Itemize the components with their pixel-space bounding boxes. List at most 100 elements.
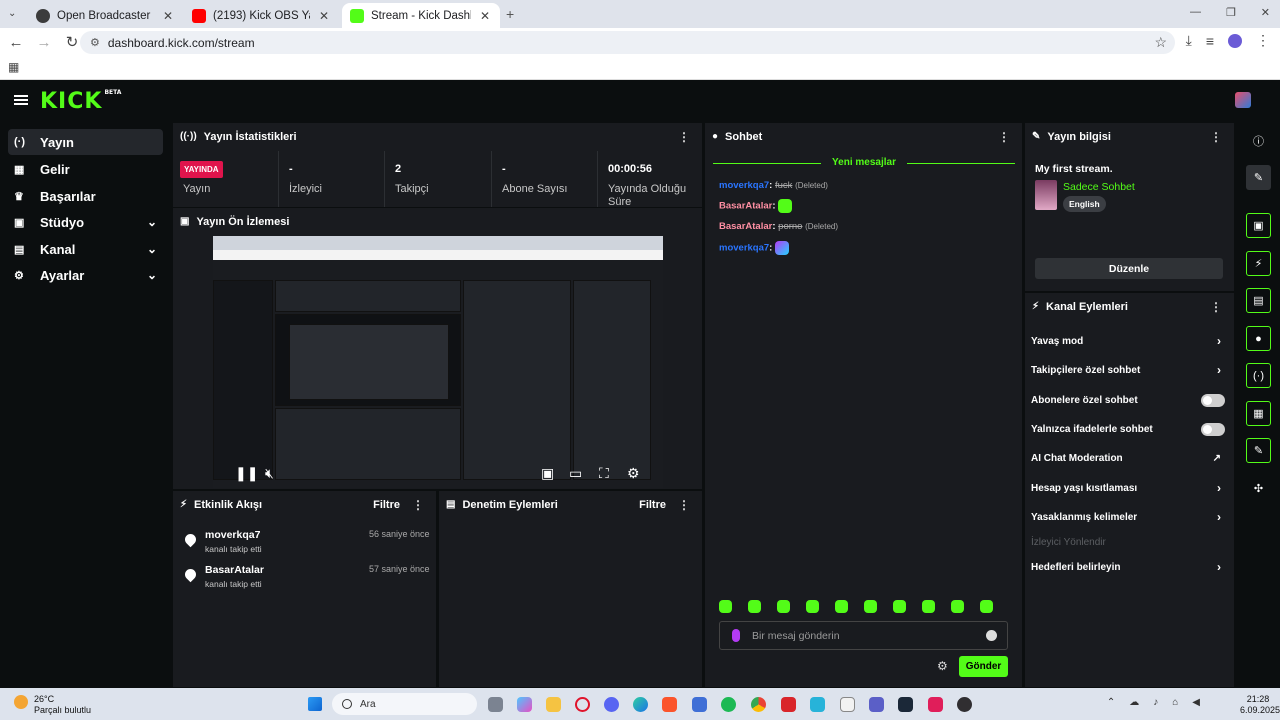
preview-toggle-icon[interactable]: ▣ — [1246, 213, 1271, 238]
close-icon[interactable]: ✕ — [317, 9, 331, 23]
emote-icon[interactable] — [922, 600, 935, 613]
kick-logo[interactable]: KICK BETA — [40, 89, 121, 114]
emote-icon[interactable] — [951, 600, 964, 613]
video-preview[interactable]: ❚❚ 🔇︎ ▣ ▭ ⛶ ⚙ — [213, 236, 663, 488]
mute-icon[interactable]: 🔇︎ — [265, 465, 274, 482]
emote-icon[interactable] — [806, 600, 819, 613]
store-icon[interactable] — [692, 697, 707, 712]
opera-icon[interactable] — [575, 697, 590, 712]
chrome-icon[interactable] — [751, 697, 766, 712]
emote-icon[interactable] — [893, 600, 906, 613]
restore-icon[interactable]: ❐ — [1226, 6, 1236, 19]
browser-tab-kick[interactable]: Stream - Kick Dashboard ✕ — [342, 3, 500, 28]
site-info-icon[interactable]: ⚙ — [90, 36, 100, 49]
action-followers-only[interactable]: Takipçilere özel sohbet › — [1031, 360, 1227, 380]
spotify-icon[interactable] — [721, 697, 736, 712]
sidebar-item-gelir[interactable]: ▦ Gelir — [8, 156, 163, 182]
volume-icon[interactable]: ◀ — [1192, 697, 1200, 708]
emote-icon[interactable] — [980, 600, 993, 613]
edge-icon[interactable] — [633, 697, 648, 712]
sidebar-item-ayarlar[interactable]: ⚙ Ayarlar ⌄ — [8, 262, 163, 288]
close-icon[interactable]: ✕ — [161, 9, 175, 23]
emote-icon[interactable] — [864, 600, 877, 613]
edit-pencil-icon[interactable]: ✎ — [1246, 165, 1271, 190]
wrench-toggle-icon[interactable]: ✎ — [1246, 438, 1271, 463]
sidebar-item-studyo[interactable]: ▣ Stüdyo ⌄ — [8, 209, 163, 235]
chat-username[interactable]: BasarAtalar — [719, 201, 772, 212]
action-set-goals[interactable]: Hedefleri belirleyin › — [1031, 557, 1227, 577]
kebab-menu-icon[interactable]: ⋮ — [998, 130, 1010, 144]
kebab-menu-icon[interactable]: ⋮ — [412, 498, 424, 512]
sidebar-item-kanal[interactable]: ▤ Kanal ⌄ — [8, 236, 163, 262]
close-window-icon[interactable]: ✕ — [1261, 6, 1270, 19]
layout-icon[interactable]: ✣ — [1246, 476, 1271, 501]
apps-grid-icon[interactable]: ▦ — [8, 60, 19, 74]
send-button[interactable]: Gönder — [959, 656, 1008, 677]
chat-username[interactable]: moverkqa7 — [719, 180, 769, 191]
kebab-menu-icon[interactable]: ⋮ — [678, 498, 690, 512]
microphone-tray-icon[interactable]: ♪ — [1153, 697, 1158, 708]
app-icon-cyan[interactable] — [810, 697, 825, 712]
bookmark-star-icon[interactable]: ☆ — [1154, 34, 1167, 51]
menu-kebab-icon[interactable]: ⋮ — [1256, 32, 1270, 49]
obs-icon[interactable] — [957, 697, 972, 712]
chat-input[interactable]: Bir mesaj gönderin — [719, 621, 1008, 650]
taskbar-clock[interactable]: 21:28 6.09.2025 — [1240, 694, 1280, 716]
task-view-icon[interactable] — [488, 697, 503, 712]
new-tab-icon[interactable]: + — [506, 6, 514, 22]
app-icon-pink[interactable] — [928, 697, 943, 712]
action-ai-chat-moderation[interactable]: AI Chat Moderation ↗ — [1031, 448, 1227, 468]
network-icon[interactable]: ⌂ — [1172, 697, 1178, 708]
info-icon[interactable]: ⓘ — [1246, 128, 1271, 153]
picture-in-picture-icon[interactable]: ▣ — [541, 465, 554, 482]
filter-button[interactable]: Filtre — [373, 499, 400, 511]
profile-avatar-icon[interactable] — [1228, 33, 1242, 48]
tray-chevron-up-icon[interactable]: ⌃ — [1107, 697, 1115, 708]
file-explorer-icon[interactable] — [546, 697, 561, 712]
taskbar-search[interactable]: Ara — [332, 693, 477, 715]
hamburger-menu-icon[interactable] — [14, 95, 28, 105]
document-toggle-icon[interactable]: ▤ — [1246, 288, 1271, 313]
onedrive-icon[interactable]: ☁ — [1129, 697, 1139, 708]
chat-username[interactable]: BasarAtalar — [719, 221, 772, 232]
subscribers-only-toggle[interactable] — [1201, 393, 1225, 407]
stats-toggle-icon[interactable]: ▦ — [1246, 401, 1271, 426]
forward-icon[interactable]: → — [32, 34, 56, 51]
user-avatar[interactable] — [1235, 92, 1251, 108]
copilot-icon[interactable] — [517, 697, 532, 712]
emote-icon[interactable] — [719, 600, 732, 613]
action-account-age[interactable]: Hesap yaşı kısıtlaması › — [1031, 478, 1227, 498]
action-slow-mode[interactable]: Yavaş mod › — [1031, 331, 1227, 351]
download-icon[interactable]: ⤓ — [1186, 32, 1192, 49]
theater-mode-icon[interactable]: ▭ — [569, 465, 582, 482]
kebab-menu-icon[interactable]: ⋮ — [1210, 130, 1222, 144]
emote-icon[interactable] — [748, 600, 761, 613]
settings-gear-icon[interactable]: ⚙ — [627, 465, 640, 482]
browser-tab-youtube[interactable]: (2193) Kick OBS Yayın Ayarları Nasıl ✕ — [184, 3, 339, 28]
lightning-toggle-icon[interactable]: ⚡︎ — [1246, 251, 1271, 276]
fullscreen-icon[interactable]: ⛶ — [599, 465, 609, 482]
category-link[interactable]: Sadece Sohbet — [1063, 181, 1135, 193]
brave-icon[interactable] — [662, 697, 677, 712]
app-icon-red[interactable] — [781, 697, 796, 712]
emoji-picker-icon[interactable] — [986, 630, 997, 641]
chat-toggle-icon[interactable]: ● — [1246, 326, 1271, 351]
chat-settings-gear-icon[interactable]: ⚙ — [937, 659, 948, 673]
kebab-menu-icon[interactable]: ⋮ — [1210, 300, 1222, 314]
pause-icon[interactable]: ❚❚ — [235, 465, 258, 482]
kebab-menu-icon[interactable]: ⋮ — [678, 130, 690, 144]
teams-icon[interactable] — [869, 697, 884, 712]
sidebar-item-basarilar[interactable]: ♛ Başarılar — [8, 183, 163, 209]
windows-start-icon[interactable] — [308, 697, 322, 711]
minimize-icon[interactable]: — — [1190, 6, 1201, 19]
browser-tab-obs[interactable]: Open Broadcaster Software | OBS ✕ — [28, 3, 183, 28]
app-icon-white[interactable] — [840, 697, 855, 712]
broadcast-toggle-icon[interactable]: (·) — [1246, 363, 1271, 388]
edit-button[interactable]: Düzenle — [1035, 258, 1223, 279]
emote-icon[interactable] — [777, 600, 790, 613]
url-bar[interactable]: ⚙ dashboard.kick.com/stream ☆ — [80, 31, 1175, 54]
discord-icon[interactable] — [604, 697, 619, 712]
back-icon[interactable]: ← — [4, 34, 28, 51]
category-thumbnail[interactable] — [1035, 180, 1057, 210]
microphone-icon[interactable] — [732, 629, 740, 642]
